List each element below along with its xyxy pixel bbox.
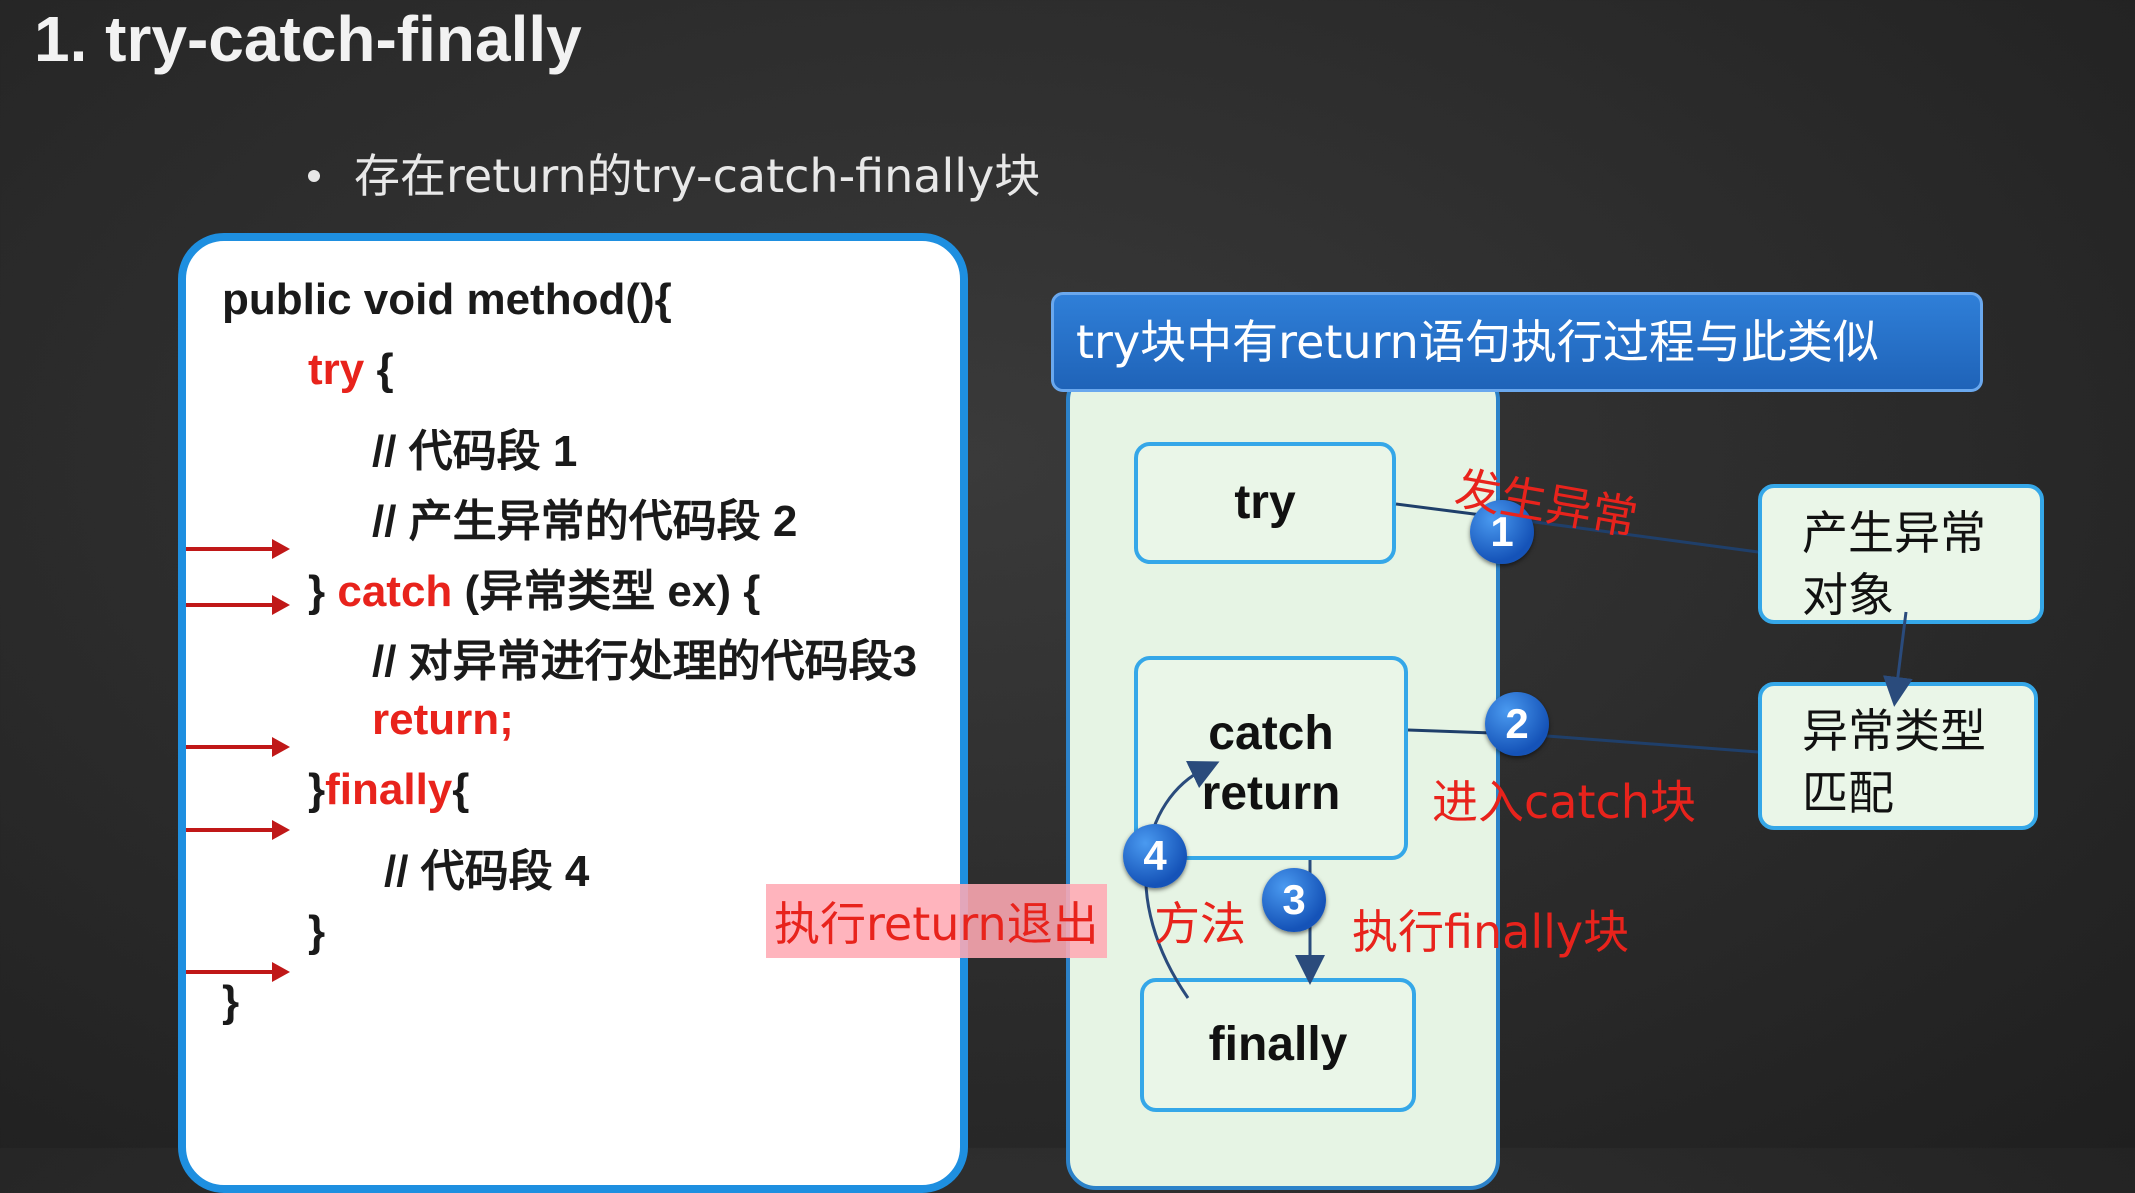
step-badge-4: 4 [1123, 824, 1187, 888]
step-badge-3: 3 [1262, 868, 1326, 932]
label-method: 方法 [1154, 897, 1246, 951]
label-enter-catch: 进入catch块 [1432, 775, 1696, 829]
connector-catch-match [1407, 728, 1759, 754]
connector-exception-match [1882, 611, 1913, 707]
label-exec-finally: 执行finally块 [1352, 905, 1630, 959]
step-badge-2: 2 [1485, 692, 1549, 756]
label-return-exit: 执行return退出 [766, 884, 1107, 958]
connector-lines [1144, 502, 1913, 999]
